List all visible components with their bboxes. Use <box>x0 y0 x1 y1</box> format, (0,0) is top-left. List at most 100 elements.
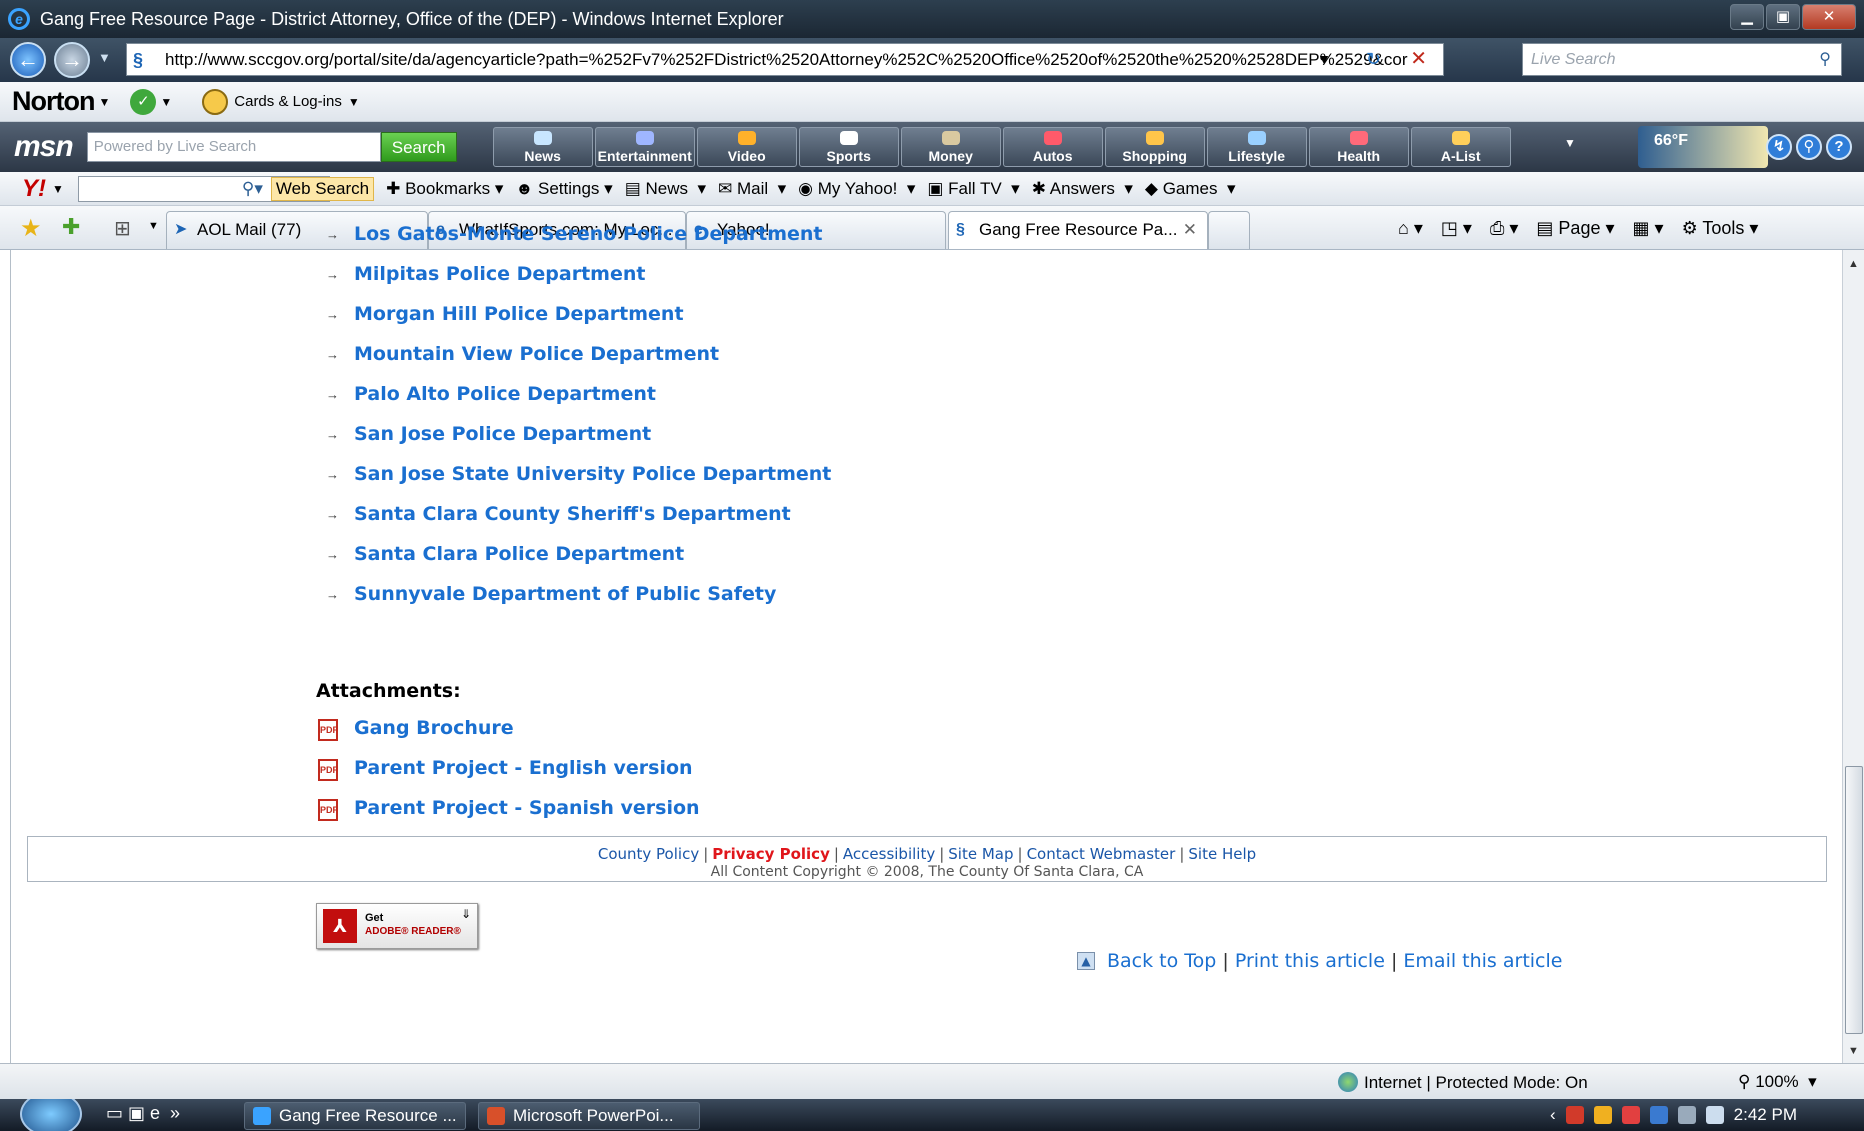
live-search-field[interactable]: Live Search ⚲ <box>1522 43 1842 76</box>
favorites-star-icon[interactable]: ★ <box>20 214 42 243</box>
department-link[interactable]: Palo Alto Police Department <box>354 383 656 405</box>
msn-channel-money[interactable]: Money <box>900 127 1001 167</box>
yahoo-mail[interactable]: ✉ Mail ▾ <box>718 179 786 199</box>
taskbar-item-powerpoint[interactable]: Microsoft PowerPoi... <box>478 1102 700 1130</box>
tray-icon[interactable] <box>1649 1106 1668 1124</box>
volume-icon[interactable] <box>1705 1106 1724 1124</box>
msn-more-icon[interactable]: ▼ <box>1564 136 1576 150</box>
msn-channel-sports[interactable]: Sports <box>798 127 899 167</box>
address-field[interactable]: § http://www.sccgov.org/portal/site/da/a… <box>126 43 1444 76</box>
yahoo-settings[interactable]: ☻ Settings ▾ <box>515 179 612 199</box>
department-link[interactable]: Santa Clara County Sheriff's Department <box>354 503 791 525</box>
msn-channel-a-list[interactable]: A-List <box>1410 127 1511 167</box>
feeds-icon[interactable]: ◳ ▾ <box>1441 218 1472 239</box>
close-tab-icon[interactable]: ✕ <box>1183 212 1197 248</box>
start-button[interactable] <box>20 1099 82 1131</box>
department-link[interactable]: Morgan Hill Police Department <box>354 303 684 325</box>
get-adobe-reader-button[interactable]: ⅄ Get ADOBE® READER® ⇓ <box>316 903 478 949</box>
minimize-button[interactable]: ▁ <box>1730 4 1764 30</box>
forward-button[interactable]: → <box>54 42 90 78</box>
msn-channel-shopping[interactable]: Shopping <box>1104 127 1205 167</box>
footer-link[interactable]: County Policy <box>598 845 699 863</box>
security-zone[interactable]: Internet | Protected Mode: On <box>1338 1072 1588 1093</box>
add-favorites-icon[interactable]: ✚ <box>62 214 80 240</box>
msn-help-icon[interactable]: ? <box>1826 134 1852 160</box>
email-article-link[interactable]: Email this article <box>1403 950 1562 972</box>
msn-alerts-icon[interactable]: ↯ <box>1766 134 1792 160</box>
new-tab-button[interactable] <box>1208 211 1250 249</box>
research-icon[interactable]: ▦ ▾ <box>1633 218 1664 239</box>
home-icon[interactable]: ⌂ ▾ <box>1398 218 1423 239</box>
msn-channel-video[interactable]: Video <box>696 127 797 167</box>
history-dropdown-icon[interactable]: ▼ <box>98 50 111 65</box>
msn-search-input[interactable]: Powered by Live Search <box>86 132 381 162</box>
yahoo-search-icon[interactable]: ⚲▾ <box>242 179 263 199</box>
search-icon[interactable]: ⚲ <box>1819 44 1831 75</box>
msn-search-icon[interactable]: ⚲ <box>1796 134 1822 160</box>
department-link[interactable]: Los Gatos-Monte Sereno Police Department <box>354 223 823 245</box>
cards-logins-button[interactable]: Cards & Log-ins <box>234 93 342 110</box>
tab-gang-free[interactable]: § Gang Free Resource Pa... ✕ <box>948 211 1208 249</box>
msn-channel-entertainment[interactable]: Entertainment <box>594 127 695 167</box>
msn-channel-lifestyle[interactable]: Lifestyle <box>1206 127 1307 167</box>
stop-icon[interactable]: ✕ <box>1410 44 1427 75</box>
scroll-thumb[interactable] <box>1845 766 1863 1034</box>
show-desktop-icon[interactable]: ▭ ▣ e » <box>106 1103 180 1124</box>
footer-link[interactable]: Site Help <box>1188 845 1256 863</box>
close-window-button[interactable]: ✕ <box>1802 4 1856 30</box>
back-button[interactable]: ← <box>10 42 46 78</box>
department-link[interactable]: Mountain View Police Department <box>354 343 719 365</box>
maximize-button[interactable]: ▣ <box>1766 4 1800 30</box>
msn-channel-autos[interactable]: Autos <box>1002 127 1103 167</box>
yahoo-answers[interactable]: ✱ Answers ▾ <box>1032 179 1133 199</box>
network-icon[interactable] <box>1677 1106 1696 1124</box>
scroll-up-icon[interactable]: ▲ <box>1848 258 1859 270</box>
yahoo-news[interactable]: ▤ News ▾ <box>625 179 706 199</box>
tray-icon[interactable] <box>1593 1106 1612 1124</box>
page-menu[interactable]: ▤ Page ▾ <box>1536 218 1614 239</box>
back-to-top-icon[interactable]: ▲ <box>1077 952 1095 970</box>
footer-link[interactable]: Site Map <box>948 845 1013 863</box>
print-article-link[interactable]: Print this article <box>1235 950 1385 972</box>
attachment-link[interactable]: Gang Brochure <box>354 717 514 739</box>
department-link[interactable]: San Jose State University Police Departm… <box>354 463 831 485</box>
yahoo-logo[interactable]: Y! <box>22 175 46 203</box>
department-link[interactable]: Santa Clara Police Department <box>354 543 684 565</box>
tray-icon[interactable] <box>1565 1106 1584 1124</box>
address-dropdown-icon[interactable]: ▼ <box>1317 44 1331 75</box>
print-icon[interactable]: ⎙ ▾ <box>1490 218 1518 239</box>
vertical-scrollbar[interactable]: ▲ ▼ <box>1842 250 1864 1063</box>
department-link[interactable]: Milpitas Police Department <box>354 263 645 285</box>
msn-logo[interactable]: msn <box>14 130 74 164</box>
zoom-control[interactable]: ⚲ 100% ▾ <box>1738 1072 1817 1092</box>
weather-badge[interactable]: 66°F <box>1638 126 1768 168</box>
yahoo-my-yahoo[interactable]: ◉ My Yahoo! ▾ <box>798 179 915 199</box>
clock[interactable]: 2:42 PM <box>1734 1099 1797 1131</box>
msn-channel-news[interactable]: News <box>492 127 593 167</box>
tray-icon[interactable] <box>1621 1106 1640 1124</box>
footer-link[interactable]: Contact Webmaster <box>1027 845 1176 863</box>
footer-link[interactable]: Accessibility <box>843 845 935 863</box>
taskbar-item-ie[interactable]: Gang Free Resource ... <box>244 1102 466 1130</box>
tab-list-dropdown-icon[interactable]: ▼ <box>148 220 159 232</box>
norton-dropdown-icon[interactable]: ▼ <box>98 95 110 109</box>
norton-safe-icon[interactable]: ✓ <box>130 88 157 115</box>
back-to-top-link[interactable]: Back to Top <box>1107 950 1216 972</box>
msn-search-button[interactable]: Search <box>380 132 457 162</box>
yahoo-logo-dropdown-icon[interactable]: ▼ <box>52 182 64 196</box>
attachment-link[interactable]: Parent Project - English version <box>354 757 693 779</box>
attachment-link[interactable]: Parent Project - Spanish version <box>354 797 700 819</box>
tools-menu[interactable]: ⚙ Tools ▾ <box>1682 218 1759 239</box>
department-link[interactable]: San Jose Police Department <box>354 423 651 445</box>
quick-tabs-icon[interactable]: ⊞ <box>114 216 131 241</box>
msn-channel-health[interactable]: Health <box>1308 127 1409 167</box>
norton-safe-dropdown-icon[interactable]: ▼ <box>160 95 172 109</box>
yahoo-bookmarks[interactable]: ✚ Bookmarks ▾ <box>386 179 503 199</box>
department-link[interactable]: Sunnyvale Department of Public Safety <box>354 583 776 605</box>
cards-dropdown-icon[interactable]: ▼ <box>348 95 360 109</box>
yahoo-web-search-button[interactable]: Web Search <box>270 176 375 201</box>
yahoo-games[interactable]: ◆ Games ▾ <box>1145 179 1236 199</box>
footer-link[interactable]: Privacy Policy <box>712 845 830 863</box>
refresh-icon[interactable]: ↻ <box>1366 44 1381 75</box>
yahoo-fall-tv[interactable]: ▣ Fall TV ▾ <box>927 179 1019 199</box>
